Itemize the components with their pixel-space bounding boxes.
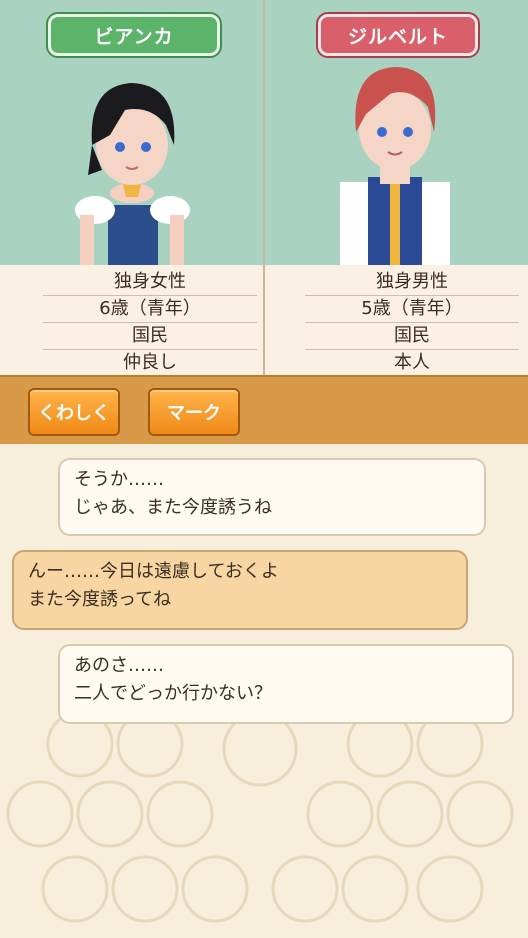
right-character-name: ジルベルト	[347, 25, 448, 48]
message-2-line-2: また今度誘ってね	[28, 589, 172, 610]
left-relation: 仲良し	[43, 350, 257, 377]
left-status: 独身女性	[43, 269, 257, 296]
right-status: 独身男性	[305, 269, 519, 296]
left-character-name-tag: ビアンカ	[48, 14, 220, 56]
right-character-name-tag: ジルベルト	[318, 14, 478, 56]
message-bubble-3: あのさ…… 二人でどっか行かない？	[58, 644, 514, 724]
mark-button[interactable]: マーク	[148, 388, 240, 436]
left-character-info: 独身女性 6歳（青年） 国民 仲良し	[43, 269, 257, 377]
right-relation: 本人	[305, 350, 519, 377]
message-3-line-1: あのさ……	[74, 655, 164, 676]
message-2-line-1: んー……今日は遠慮しておくよ	[28, 561, 279, 582]
right-character-info: 独身男性 5歳（青年） 国民 本人	[305, 269, 519, 377]
right-class: 国民	[305, 323, 519, 350]
message-bubble-1: そうか…… じゃあ、また今度誘うね	[58, 458, 486, 536]
gilberto-avatar	[340, 67, 450, 265]
message-1-line-2: じゃあ、また今度誘うね	[74, 497, 272, 518]
left-age: 6歳（青年）	[43, 296, 257, 323]
bianca-avatar	[75, 83, 190, 265]
action-bar: くわしく マーク	[0, 375, 528, 446]
message-bubble-2: んー……今日は遠慮しておくよ また今度誘ってね	[12, 550, 468, 630]
message-3-line-2: 二人でどっか行かない？	[74, 683, 272, 704]
right-age: 5歳（青年）	[305, 296, 519, 323]
panel-divider	[263, 0, 265, 375]
conversation-area: そうか…… じゃあ、また今度誘うね んー……今日は遠慮しておくよ また今度誘って…	[0, 444, 528, 938]
left-class: 国民	[43, 323, 257, 350]
message-1-line-1: そうか……	[74, 469, 164, 490]
details-button[interactable]: くわしく	[28, 388, 120, 436]
left-character-name: ビアンカ	[94, 25, 174, 48]
